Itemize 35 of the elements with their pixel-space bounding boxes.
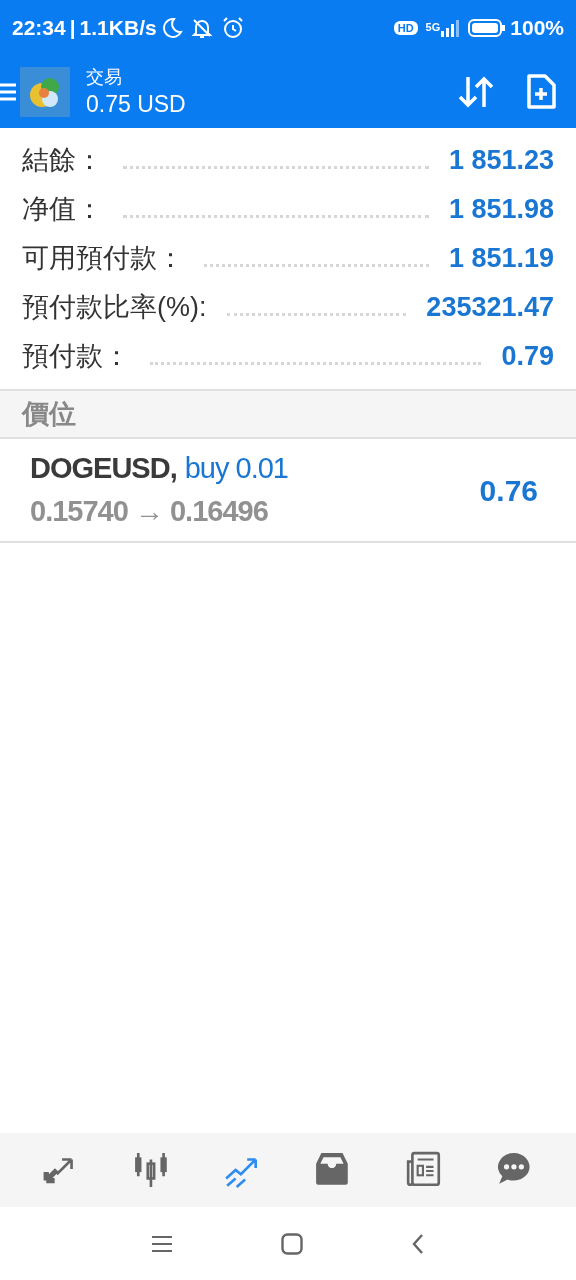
summary-value: 0.79 [501,340,554,374]
position-symbol: DOGEUSD, [30,450,177,486]
battery-level: 100% [510,14,564,41]
position-row[interactable]: DOGEUSD, buy 0.01 0.15740 → 0.16496 0.76 [0,439,576,543]
screen-title: 交易 [86,65,123,89]
menu-icon [151,1234,173,1255]
status-separator: | [69,14,76,41]
summary-value: 235321.47 [426,291,554,325]
new-document-icon [526,73,556,110]
position-prices: 0.15740 → 0.16496 [30,494,269,529]
summary-label: 可用預付款： [22,242,184,276]
position-volume: buy 0.01 [184,450,288,486]
square-icon [281,1233,303,1256]
summary-label: 預付款： [22,340,130,374]
sort-icon [458,74,494,109]
network-speed: 1.1KB/s [79,14,157,41]
summary-value: 1 851.98 [448,193,554,227]
signal-icon [440,17,461,38]
back-icon [411,1233,425,1256]
section-title: 價位 [22,397,76,431]
newspaper-icon [404,1151,443,1189]
moon-icon [160,16,183,39]
summary-label: 净值： [22,193,103,227]
battery-icon [468,17,507,38]
account-balance: 0.75 USD [86,89,186,119]
summary-label: 預付款比率(%): [22,291,207,325]
summary-label: 結餘： [22,144,103,178]
summary-value: 1 851.23 [448,144,554,178]
summary-value: 1 851.19 [448,242,554,276]
position-profit: 0.76 [479,472,538,509]
app-logo-icon [20,66,70,117]
status-time: 22:34 [12,14,66,41]
muted-bell-icon [190,16,213,39]
network-type: 5G [425,20,441,36]
hd-badge: HD [393,20,418,35]
